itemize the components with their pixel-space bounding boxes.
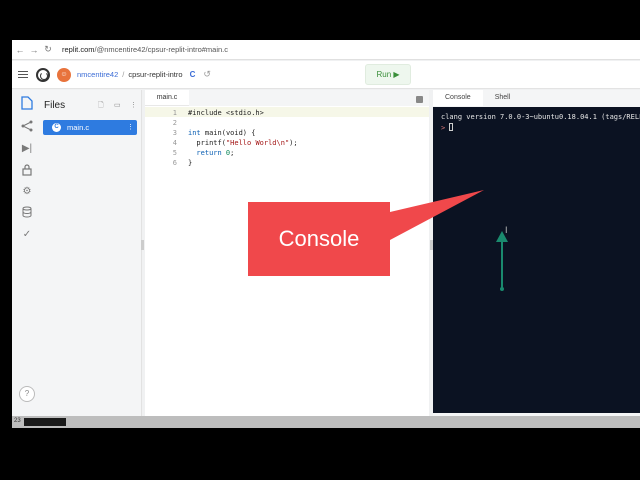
- history-icon[interactable]: ↺: [203, 69, 211, 80]
- code-line-4: printf("Hello World\n");: [188, 139, 298, 147]
- code-line-5: return 0;: [188, 149, 235, 157]
- help-icon[interactable]: ?: [19, 386, 35, 402]
- console-prompt: >: [441, 124, 446, 132]
- language-badge: C: [189, 70, 196, 79]
- back-icon[interactable]: ←: [14, 45, 26, 55]
- browser-url-bar: ← → ↻ replit.com/@nmcentire42/cpsur-repl…: [12, 40, 640, 60]
- url-host: replit.com: [62, 45, 95, 54]
- bottom-number: 23: [14, 418, 21, 424]
- line-number: 2: [172, 119, 177, 127]
- debugger-icon[interactable]: ▶|: [20, 142, 34, 156]
- menu-icon[interactable]: [18, 69, 28, 81]
- console-output[interactable]: clang version 7.0.0-3~ubuntu0.18.04.1 (t…: [433, 107, 640, 413]
- code-line-1: #include <stdio.h>: [188, 109, 264, 117]
- url-path: /@nmcentire42/cpsur-replit-intro#main.c: [94, 45, 229, 54]
- text-cursor-icon: I: [505, 225, 508, 235]
- check-icon[interactable]: ✓: [20, 228, 34, 242]
- files-menu-icon[interactable]: ⋮: [130, 101, 137, 109]
- share-icon[interactable]: [20, 120, 34, 134]
- files-icon[interactable]: [20, 96, 34, 110]
- lock-icon[interactable]: [20, 164, 34, 178]
- code-line-6: }: [188, 159, 193, 167]
- run-button[interactable]: Run ▶: [365, 64, 411, 85]
- console-panel: Console Shell clang version 7.0.0-3~ubun…: [433, 90, 640, 416]
- tab-shell[interactable]: Shell: [483, 90, 523, 106]
- resize-handle-left[interactable]: [141, 240, 144, 250]
- files-title: Files: [44, 100, 66, 111]
- tab-console[interactable]: Console: [433, 90, 483, 106]
- reload-icon[interactable]: ↻: [42, 44, 54, 55]
- line-number: 3: [172, 129, 177, 137]
- database-icon[interactable]: [20, 206, 34, 220]
- avatar[interactable]: ☺: [57, 67, 71, 82]
- settings-icon[interactable]: ⚙: [20, 185, 34, 199]
- callout-label: Console: [278, 226, 360, 251]
- tab-main-c[interactable]: main.c: [145, 90, 189, 106]
- sidebar-rail: ▶| ⚙ ✓: [12, 90, 42, 416]
- file-item-main-c[interactable]: C main.c ⋮: [43, 120, 137, 135]
- new-folder-icon[interactable]: ▭: [114, 101, 121, 109]
- file-name: main.c: [67, 123, 90, 132]
- bottom-bar-block: [24, 418, 66, 426]
- console-tab-bar: Console Shell: [433, 90, 640, 106]
- c-file-icon: C: [52, 123, 61, 132]
- forward-icon[interactable]: →: [28, 45, 40, 55]
- line-number: 4: [172, 139, 177, 147]
- file-options-icon[interactable]: ⋮: [127, 123, 134, 131]
- repl-header: ☺ nmcentire42 / cpsur-replit-intro C ↺ R…: [12, 61, 640, 89]
- breadcrumb-separator: /: [122, 70, 125, 79]
- repl-name[interactable]: cpsur-replit-intro: [128, 70, 182, 79]
- url-field[interactable]: replit.com/@nmcentire42/cpsur-replit-int…: [62, 45, 228, 54]
- console-text: clang version 7.0.0-3~ubuntu0.18.04.1 (t…: [441, 113, 640, 121]
- bottom-bar: 23: [12, 416, 640, 428]
- line-number: 6: [172, 159, 177, 167]
- new-file-icon[interactable]: 🗋: [98, 101, 104, 112]
- panel-toggle-icon[interactable]: [416, 96, 423, 103]
- username-link[interactable]: nmcentire42: [77, 70, 118, 79]
- console-cursor: [449, 123, 453, 131]
- code-line-3: int main(void) {: [188, 129, 256, 137]
- replit-logo-icon[interactable]: [36, 67, 50, 82]
- files-panel: Files 🗋 ▭ ⋮ C main.c ⋮: [42, 90, 142, 416]
- line-number: 1: [172, 109, 177, 117]
- line-number: 5: [172, 149, 177, 157]
- line-gutter: 1 2 3 4 5 6: [145, 107, 181, 177]
